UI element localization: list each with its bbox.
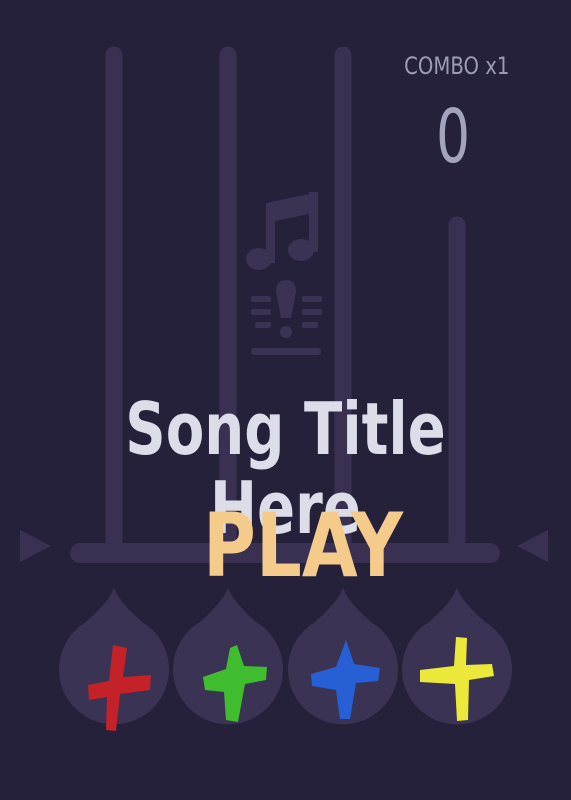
play-button[interactable]: PLAY — [203, 502, 403, 590]
music-note-icon — [246, 192, 318, 270]
lane-button-1[interactable] — [58, 588, 170, 731]
score-value: 0 — [436, 94, 470, 180]
right-arrow-icon — [517, 530, 548, 562]
combo-label: COMBO x1 — [403, 52, 509, 80]
game-screen: COMBO x1 0 Song Title Here PLAY — [0, 0, 571, 800]
lane-button-4[interactable] — [402, 588, 512, 725]
left-arrow-icon — [20, 530, 51, 562]
lane-button-3[interactable] — [288, 588, 398, 725]
lane-button-2[interactable] — [172, 588, 283, 725]
mixer-icon — [251, 280, 322, 355]
